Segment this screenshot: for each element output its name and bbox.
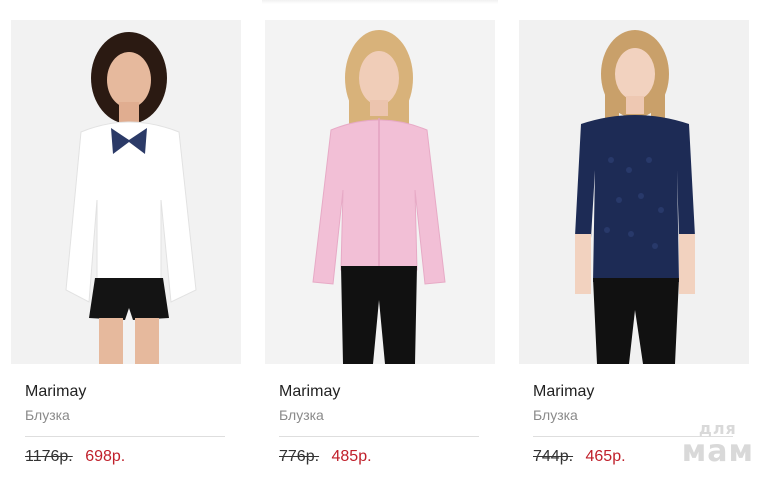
woman-navy-lace-blouse-photo	[519, 20, 749, 364]
product-photo[interactable]	[519, 20, 749, 364]
old-price: 776р.	[279, 448, 320, 465]
sale-price: 698р.	[85, 448, 126, 465]
product-card[interactable]: Marimay Блузка 776р. 485р.	[265, 20, 495, 467]
woman-pink-shirt-photo	[265, 20, 495, 364]
sale-price: 465р.	[585, 448, 626, 465]
product-photo[interactable]	[11, 20, 241, 364]
top-shadow-edge	[262, 0, 498, 4]
old-price: 744р.	[533, 448, 574, 465]
watermark-line2: мам	[681, 434, 754, 469]
product-brand[interactable]: Marimay	[25, 382, 241, 402]
sale-price: 485р.	[331, 448, 372, 465]
divider	[279, 436, 479, 437]
product-photo[interactable]	[265, 20, 495, 364]
old-price: 1176р.	[25, 448, 73, 465]
product-brand[interactable]: Marimay	[533, 382, 749, 402]
product-card[interactable]: Marimay Блузка 1176р. 698р.	[11, 20, 241, 467]
product-type: Блузка	[279, 407, 324, 423]
product-brand[interactable]: Marimay	[279, 382, 495, 402]
product-card[interactable]: Marimay Блузка 744р. 465р.	[519, 20, 749, 467]
price-row: 776р. 485р.	[279, 447, 495, 467]
watermark-logo: для мам	[682, 421, 754, 467]
divider	[25, 436, 225, 437]
product-type: Блузка	[25, 407, 70, 423]
price-row: 1176р. 698р.	[25, 447, 241, 467]
woman-white-blouse-bow-photo	[11, 20, 241, 364]
